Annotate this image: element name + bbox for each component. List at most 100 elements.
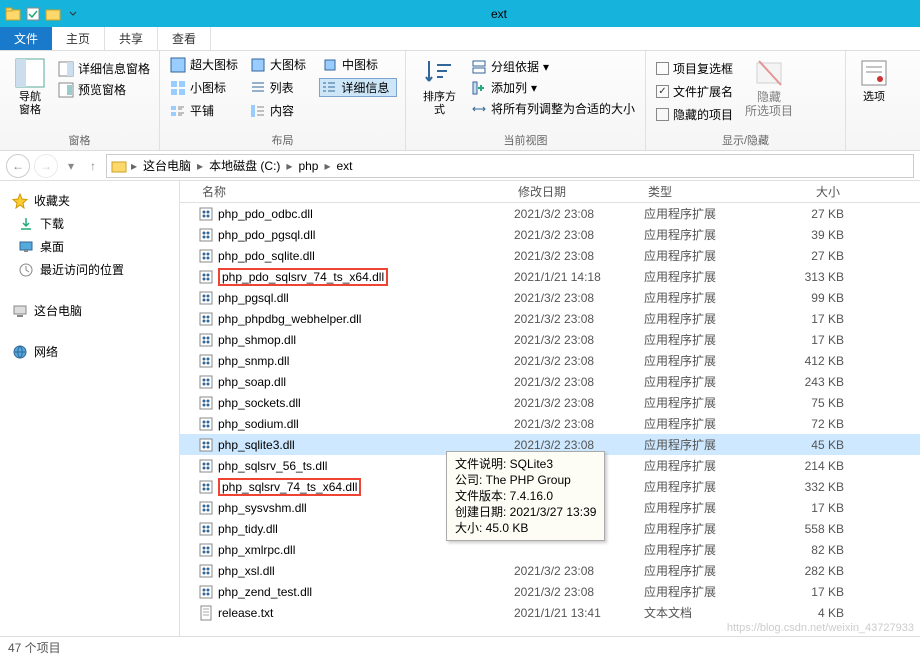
- details-pane-button[interactable]: 详细信息窗格: [56, 59, 152, 78]
- xl-icons-icon: [170, 57, 186, 73]
- dll-file-icon: [198, 290, 214, 306]
- group-label-showhide: 显示/隐藏: [654, 130, 837, 148]
- tab-view[interactable]: 查看: [158, 27, 211, 50]
- file-row[interactable]: php_sockets.dll2021/3/2 23:08应用程序扩展75 KB: [180, 392, 920, 413]
- crumb-drive[interactable]: 本地磁盘 (C:): [207, 157, 282, 174]
- nav-pane-icon: [14, 57, 46, 89]
- status-bar: 47 个项目: [0, 636, 920, 658]
- lg-icons-button[interactable]: 大图标: [248, 55, 316, 74]
- dll-file-icon: [198, 521, 214, 537]
- options-button[interactable]: 选项: [852, 55, 896, 106]
- star-icon: [12, 193, 28, 209]
- sidebar-favorites[interactable]: 收藏夹: [0, 189, 179, 212]
- file-row[interactable]: php_pdo_odbc.dll2021/3/2 23:08应用程序扩展27 K…: [180, 203, 920, 224]
- qat-icon-2[interactable]: [44, 5, 62, 23]
- sidebar-downloads[interactable]: 下载: [0, 212, 179, 235]
- file-row[interactable]: php_soap.dll2021/3/2 23:08应用程序扩展243 KB: [180, 371, 920, 392]
- add-columns-button[interactable]: 添加列▾: [469, 78, 637, 97]
- dll-file-icon: [198, 584, 214, 600]
- dll-file-icon: [198, 437, 214, 453]
- forward-button[interactable]: →: [34, 154, 58, 178]
- nav-pane-button[interactable]: 导航窗格: [8, 55, 52, 119]
- list-button[interactable]: 列表: [248, 78, 316, 97]
- sidebar-recent[interactable]: 最近访问的位置: [0, 258, 179, 281]
- group-label-layout: 布局: [168, 130, 397, 148]
- dll-file-icon: [198, 395, 214, 411]
- checkbox-icon: [656, 62, 669, 75]
- chevron-down-icon: ▾: [543, 60, 549, 74]
- md-icons-button[interactable]: 中图标: [320, 55, 388, 74]
- content-icon: [250, 103, 266, 119]
- file-row[interactable]: php_xsl.dll2021/3/2 23:08应用程序扩展282 KB: [180, 560, 920, 581]
- file-list[interactable]: php_pdo_odbc.dll2021/3/2 23:08应用程序扩展27 K…: [180, 203, 920, 636]
- group-label-panes: 窗格: [8, 130, 151, 148]
- dll-file-icon: [198, 500, 214, 516]
- file-row[interactable]: php_pgsql.dll2021/3/2 23:08应用程序扩展99 KB: [180, 287, 920, 308]
- title-bar: ext: [0, 0, 920, 27]
- tiles-button[interactable]: 平铺: [168, 101, 244, 120]
- hide-button[interactable]: 隐藏所选项目: [739, 55, 799, 121]
- hidden-items-toggle[interactable]: 隐藏的项目: [654, 105, 735, 124]
- chevron-down-icon: ▾: [531, 81, 537, 95]
- tab-home[interactable]: 主页: [52, 27, 105, 50]
- col-date[interactable]: 修改日期: [514, 183, 644, 200]
- item-checkboxes-toggle[interactable]: 项目复选框: [654, 59, 735, 78]
- back-button[interactable]: ←: [6, 154, 30, 178]
- text-file-icon: [198, 605, 214, 621]
- recent-icon: [18, 262, 34, 278]
- details-pane-icon: [58, 61, 74, 77]
- file-ext-toggle[interactable]: 文件扩展名: [654, 82, 735, 101]
- crumb-php[interactable]: php: [296, 159, 320, 173]
- dll-file-icon: [198, 311, 214, 327]
- up-button[interactable]: ↑: [84, 157, 102, 175]
- dll-file-icon: [198, 227, 214, 243]
- dll-file-icon: [198, 353, 214, 369]
- file-row[interactable]: php_pdo_sqlite.dll2021/3/2 23:08应用程序扩展27…: [180, 245, 920, 266]
- window-title: ext: [82, 7, 916, 21]
- recent-dropdown[interactable]: ▾: [62, 157, 80, 175]
- file-row[interactable]: php_xmlrpc.dll应用程序扩展82 KB: [180, 539, 920, 560]
- col-size[interactable]: 大小: [764, 183, 844, 200]
- qat-dropdown-icon[interactable]: [64, 5, 82, 23]
- file-row[interactable]: php_pdo_pgsql.dll2021/3/2 23:08应用程序扩展39 …: [180, 224, 920, 245]
- tab-share[interactable]: 共享: [105, 27, 158, 50]
- col-name[interactable]: 名称: [198, 183, 514, 200]
- xl-icons-button[interactable]: 超大图标: [168, 55, 244, 74]
- sm-icons-button[interactable]: 小图标: [168, 78, 244, 97]
- tooltip: 文件说明: SQLite3 公司: The PHP Group 文件版本: 7.…: [446, 451, 605, 541]
- folder-icon: [111, 158, 127, 174]
- group-by-button[interactable]: 分组依据▾: [469, 57, 637, 76]
- sidebar-network[interactable]: 网络: [0, 340, 179, 363]
- pc-icon: [12, 303, 28, 319]
- address-bar: ← → ▾ ↑ ▸ 这台电脑▸ 本地磁盘 (C:)▸ php▸ ext: [0, 151, 920, 181]
- qat-icon-1[interactable]: [24, 5, 42, 23]
- col-type[interactable]: 类型: [644, 183, 764, 200]
- lg-icons-icon: [250, 57, 266, 73]
- details-button[interactable]: 详细信息: [319, 78, 397, 97]
- sidebar: 收藏夹 下载 桌面 最近访问的位置 这台电脑 网络: [0, 181, 180, 636]
- file-row[interactable]: php_zend_test.dll2021/3/2 23:08应用程序扩展17 …: [180, 581, 920, 602]
- content-button[interactable]: 内容: [248, 101, 316, 120]
- dll-file-icon: [198, 332, 214, 348]
- file-row[interactable]: php_pdo_sqlsrv_74_ts_x64.dll2021/1/21 14…: [180, 266, 920, 287]
- breadcrumb[interactable]: ▸ 这台电脑▸ 本地磁盘 (C:)▸ php▸ ext: [106, 154, 914, 178]
- file-row[interactable]: php_shmop.dll2021/3/2 23:08应用程序扩展17 KB: [180, 329, 920, 350]
- file-row[interactable]: release.txt2021/1/21 13:41文本文档4 KB: [180, 602, 920, 623]
- sidebar-pc[interactable]: 这台电脑: [0, 299, 179, 322]
- sidebar-desktop[interactable]: 桌面: [0, 235, 179, 258]
- file-row[interactable]: php_sodium.dll2021/3/2 23:08应用程序扩展72 KB: [180, 413, 920, 434]
- checkbox-checked-icon: [656, 85, 669, 98]
- preview-pane-button[interactable]: 预览窗格: [56, 80, 152, 99]
- file-row[interactable]: php_phpdbg_webhelper.dll2021/3/2 23:08应用…: [180, 308, 920, 329]
- ribbon: 导航窗格 详细信息窗格 预览窗格 窗格 超大图标 大图标 中图标 小图标 列表 …: [0, 51, 920, 151]
- crumb-ext[interactable]: ext: [335, 159, 355, 173]
- file-row[interactable]: php_snmp.dll2021/3/2 23:08应用程序扩展412 KB: [180, 350, 920, 371]
- sort-by-button[interactable]: 排序方式: [414, 55, 465, 119]
- dll-file-icon: [198, 479, 214, 495]
- tab-file[interactable]: 文件: [0, 27, 52, 50]
- size-all-button[interactable]: 将所有列调整为合适的大小: [469, 99, 637, 118]
- ribbon-tabs: 文件 主页 共享 查看: [0, 27, 920, 51]
- crumb-pc[interactable]: 这台电脑: [141, 157, 193, 174]
- md-icons-icon: [322, 57, 338, 73]
- item-count: 47 个项目: [8, 639, 61, 656]
